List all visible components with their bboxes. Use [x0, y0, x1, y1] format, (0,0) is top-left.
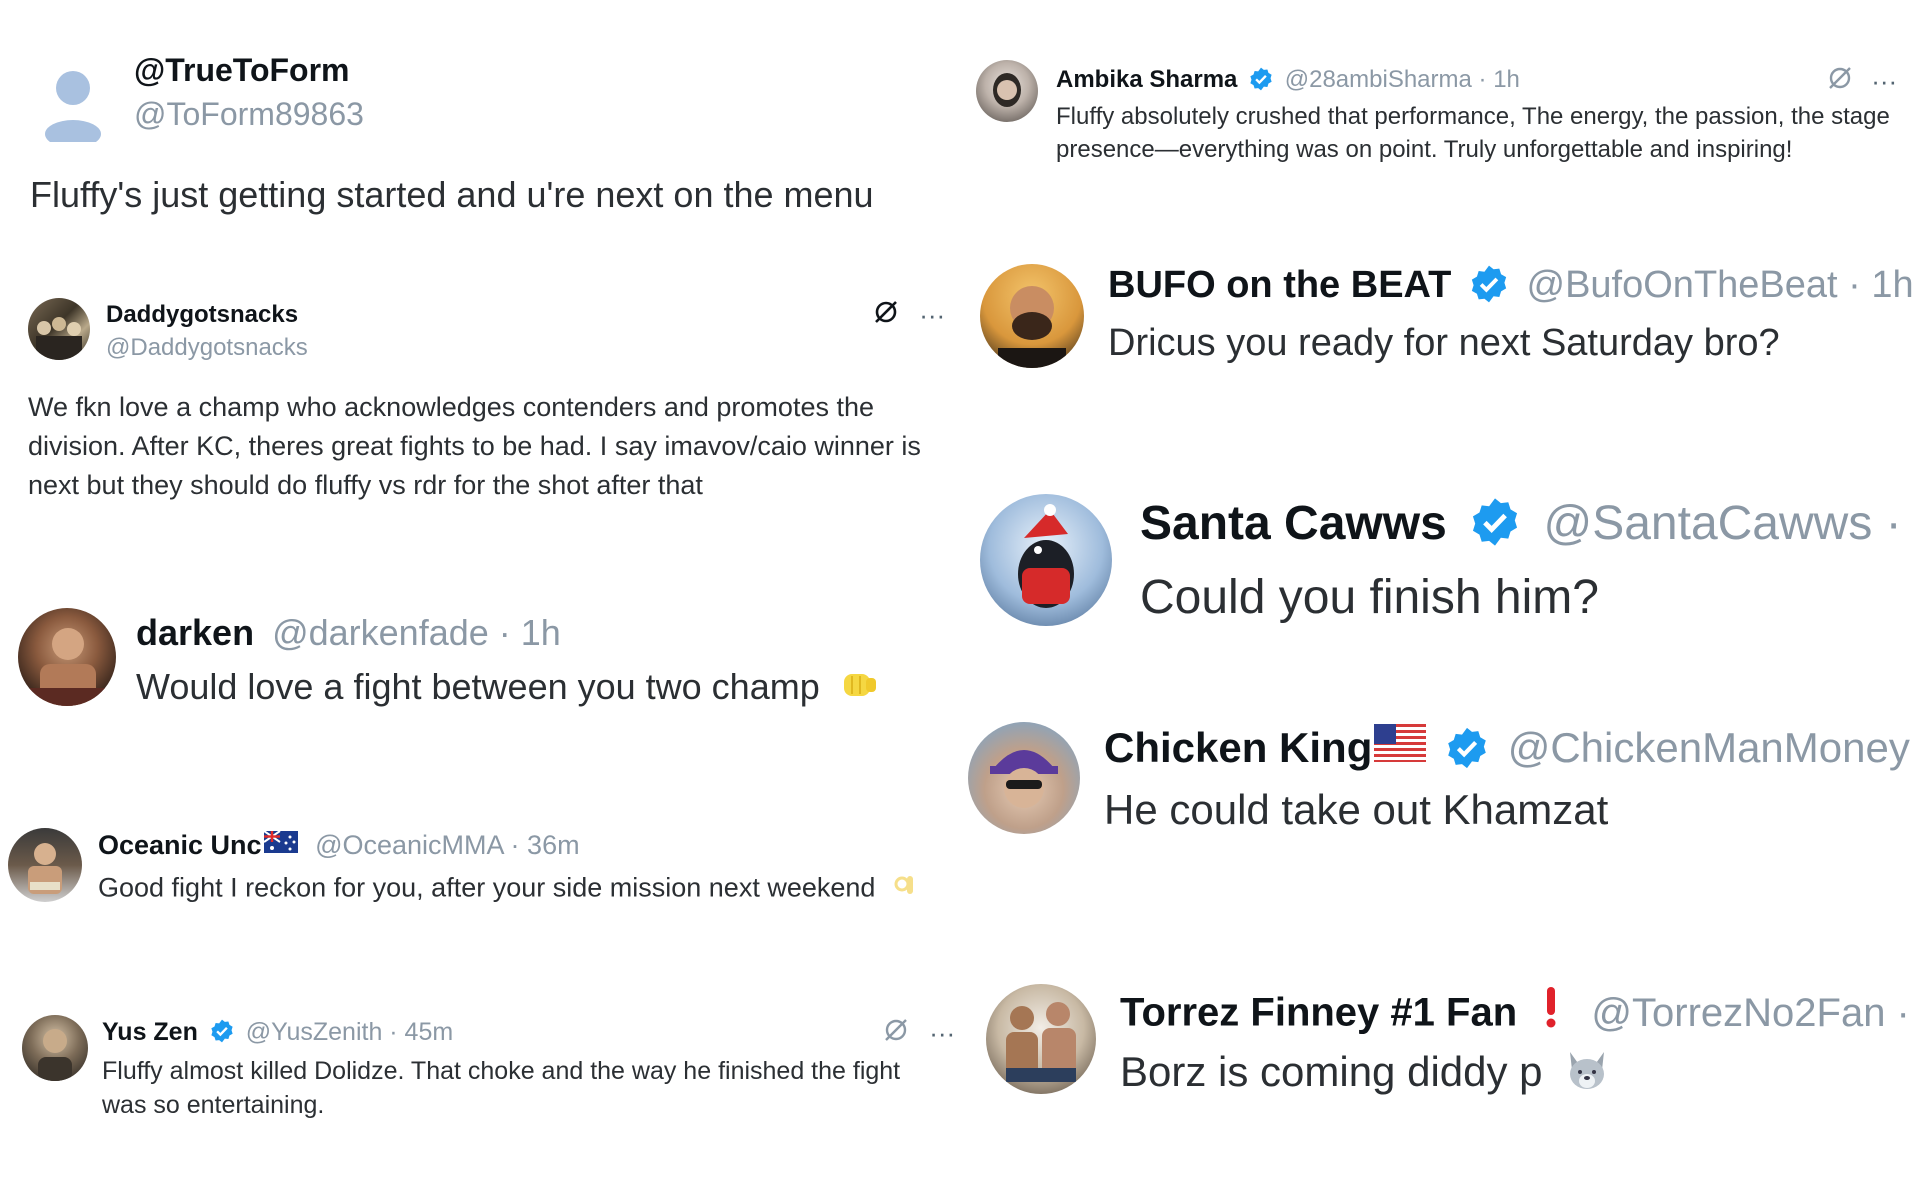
user-handle[interactable]: @TorrezNo2Fan · [1591, 991, 1909, 1035]
tweet-text: Fluffy almost killed Dolidze. That choke… [102, 1057, 901, 1119]
display-name[interactable]: BUFO on the BEAT [1108, 264, 1451, 306]
user-handle[interactable]: @Daddygotsnacks [106, 334, 308, 362]
avatar[interactable] [28, 298, 90, 360]
tweet-text: Fluffy absolutely crushed that performan… [1056, 103, 1890, 163]
user-handle[interactable]: @OceanicMMA · 36m [315, 830, 579, 860]
tweet-text: Fluffy's just getting started and u're n… [30, 174, 874, 215]
display-name[interactable]: Santa Cawws [1140, 497, 1447, 550]
wolf-emoji-icon [1564, 1048, 1610, 1102]
user-handle[interactable]: @YusZenith · 45m [246, 1018, 453, 1046]
two-men-icon [1006, 1002, 1076, 1082]
display-name[interactable]: Chicken King [1104, 724, 1372, 771]
user-handle[interactable]: @28ambiSharma · 1h [1285, 66, 1520, 93]
verified-badge-icon [209, 1018, 235, 1044]
default-person-icon [45, 71, 101, 142]
man-cap-icon [990, 750, 1058, 808]
crow-santa-icon [1018, 504, 1074, 608]
verified-badge-icon [1248, 66, 1274, 92]
avatar[interactable] [976, 60, 1038, 122]
more-options-icon[interactable]: ··· [919, 300, 945, 331]
user-handle[interactable]: @ToForm89863 [134, 96, 364, 133]
tweet-text: Borz is coming diddy p [1120, 1048, 1543, 1096]
display-name[interactable]: Oceanic Unc [98, 830, 262, 860]
grok-icon[interactable] [1826, 64, 1854, 99]
avatar[interactable] [980, 494, 1112, 626]
grok-icon[interactable] [872, 298, 900, 333]
verified-badge-icon [1468, 263, 1510, 305]
display-name[interactable]: Ambika Sharma [1056, 66, 1237, 93]
avatar[interactable] [986, 984, 1096, 1094]
user-handle[interactable]: @SantaCawws · [1543, 497, 1901, 550]
verified-badge-icon [1444, 725, 1490, 771]
group-photo-icon [36, 317, 82, 360]
display-name[interactable]: Daddygotsnacks [106, 301, 298, 328]
avatar[interactable] [18, 608, 116, 706]
tweet-text: Could you finish him? [1140, 571, 1599, 624]
display-name[interactable]: Yus Zen [102, 1018, 198, 1046]
avatar[interactable] [22, 1015, 88, 1081]
usa-flag-icon [1374, 723, 1427, 772]
australia-flag-icon [263, 829, 298, 860]
tweet-text: Dricus you ready for next Saturday bro? [1108, 322, 1780, 364]
user-handle[interactable]: @BufoOnTheBeat · 1h [1527, 264, 1914, 306]
portrait-icon [38, 1029, 72, 1081]
tweet-text: He could take out Khamzat [1104, 786, 1609, 833]
woman-portrait-icon [993, 73, 1021, 107]
avatar[interactable] [968, 722, 1080, 834]
bearded-man-icon [998, 286, 1066, 368]
tweet-text: We fkn love a champ who acknowledges con… [28, 392, 921, 500]
tweet-text: Good fight I reckon for you, after your … [98, 872, 876, 903]
display-name[interactable]: @TrueToForm [134, 52, 350, 88]
avatar[interactable] [980, 264, 1084, 368]
display-name[interactable]: Torrez Finney #1 Fan [1120, 991, 1517, 1035]
fighter-photo-icon [18, 628, 116, 706]
user-handle[interactable]: @ChickenManMoney [1508, 724, 1910, 771]
tweet-text: Would love a fight between you two champ [136, 666, 820, 707]
ok-hand-emoji-icon [893, 872, 919, 907]
display-name[interactable]: darken [136, 612, 254, 653]
avatar[interactable] [40, 62, 106, 142]
fist-bump-emoji-icon [840, 668, 880, 711]
more-options-icon[interactable]: ··· [929, 1018, 955, 1049]
ring-photo-icon [28, 843, 62, 894]
red-exclamation-icon [1542, 985, 1560, 1039]
grok-icon[interactable] [882, 1016, 910, 1051]
verified-badge-icon [1468, 495, 1522, 549]
avatar[interactable] [8, 828, 82, 902]
more-options-icon[interactable]: ··· [1871, 66, 1897, 97]
user-handle[interactable]: @darkenfade · 1h [272, 612, 561, 653]
